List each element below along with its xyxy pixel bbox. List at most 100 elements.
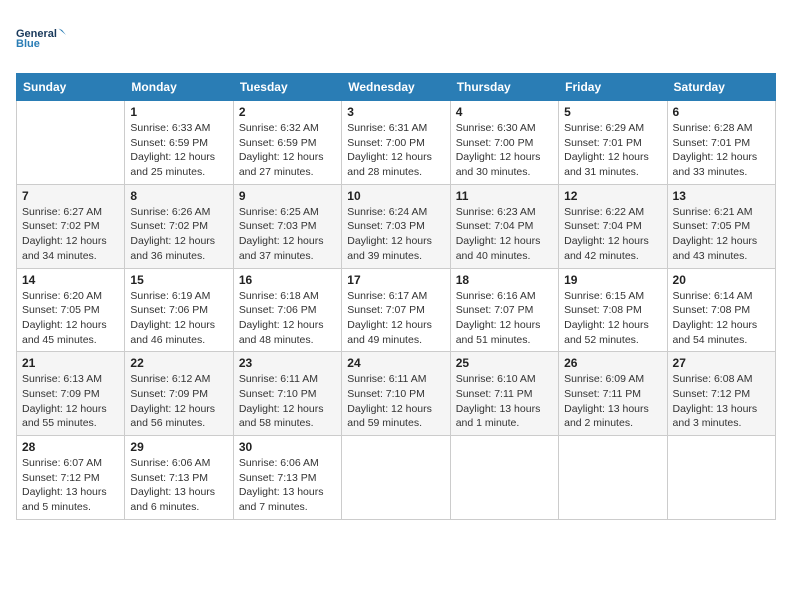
day-number: 12 (564, 189, 661, 203)
day-info: Sunrise: 6:12 AMSunset: 7:09 PMDaylight:… (130, 372, 227, 431)
calendar-cell: 17 Sunrise: 6:17 AMSunset: 7:07 PMDayligh… (342, 268, 450, 352)
weekday-header-saturday: Saturday (667, 74, 775, 101)
calendar-cell: 4 Sunrise: 6:30 AMSunset: 7:00 PMDaylight… (450, 101, 558, 185)
day-number: 15 (130, 273, 227, 287)
calendar-cell (342, 436, 450, 520)
day-number: 11 (456, 189, 553, 203)
day-info: Sunrise: 6:14 AMSunset: 7:08 PMDaylight:… (673, 289, 770, 348)
calendar-cell (17, 101, 125, 185)
day-info: Sunrise: 6:15 AMSunset: 7:08 PMDaylight:… (564, 289, 661, 348)
day-number: 29 (130, 440, 227, 454)
day-number: 6 (673, 105, 770, 119)
day-number: 26 (564, 356, 661, 370)
day-info: Sunrise: 6:22 AMSunset: 7:04 PMDaylight:… (564, 205, 661, 264)
day-info: Sunrise: 6:08 AMSunset: 7:12 PMDaylight:… (673, 372, 770, 431)
calendar-cell: 8 Sunrise: 6:26 AMSunset: 7:02 PMDaylight… (125, 184, 233, 268)
day-info: Sunrise: 6:24 AMSunset: 7:03 PMDaylight:… (347, 205, 444, 264)
day-number: 10 (347, 189, 444, 203)
day-number: 13 (673, 189, 770, 203)
day-info: Sunrise: 6:20 AMSunset: 7:05 PMDaylight:… (22, 289, 119, 348)
day-info: Sunrise: 6:07 AMSunset: 7:12 PMDaylight:… (22, 456, 119, 515)
day-number: 17 (347, 273, 444, 287)
logo: General Blue (16, 16, 66, 61)
calendar-cell (667, 436, 775, 520)
day-info: Sunrise: 6:19 AMSunset: 7:06 PMDaylight:… (130, 289, 227, 348)
day-number: 27 (673, 356, 770, 370)
calendar-cell: 29 Sunrise: 6:06 AMSunset: 7:13 PMDayligh… (125, 436, 233, 520)
calendar-cell: 9 Sunrise: 6:25 AMSunset: 7:03 PMDaylight… (233, 184, 341, 268)
weekday-header-wednesday: Wednesday (342, 74, 450, 101)
calendar-cell: 30 Sunrise: 6:06 AMSunset: 7:13 PMDayligh… (233, 436, 341, 520)
day-info: Sunrise: 6:29 AMSunset: 7:01 PMDaylight:… (564, 121, 661, 180)
weekday-header-sunday: Sunday (17, 74, 125, 101)
day-info: Sunrise: 6:33 AMSunset: 6:59 PMDaylight:… (130, 121, 227, 180)
calendar-cell: 5 Sunrise: 6:29 AMSunset: 7:01 PMDaylight… (559, 101, 667, 185)
day-info: Sunrise: 6:06 AMSunset: 7:13 PMDaylight:… (239, 456, 336, 515)
day-info: Sunrise: 6:32 AMSunset: 6:59 PMDaylight:… (239, 121, 336, 180)
day-info: Sunrise: 6:25 AMSunset: 7:03 PMDaylight:… (239, 205, 336, 264)
calendar-cell: 15 Sunrise: 6:19 AMSunset: 7:06 PMDayligh… (125, 268, 233, 352)
day-number: 14 (22, 273, 119, 287)
calendar-cell: 24 Sunrise: 6:11 AMSunset: 7:10 PMDayligh… (342, 352, 450, 436)
day-number: 4 (456, 105, 553, 119)
day-number: 5 (564, 105, 661, 119)
day-info: Sunrise: 6:09 AMSunset: 7:11 PMDaylight:… (564, 372, 661, 431)
day-number: 9 (239, 189, 336, 203)
logo-svg: General Blue (16, 16, 66, 61)
calendar-cell: 13 Sunrise: 6:21 AMSunset: 7:05 PMDayligh… (667, 184, 775, 268)
day-info: Sunrise: 6:31 AMSunset: 7:00 PMDaylight:… (347, 121, 444, 180)
calendar-cell: 28 Sunrise: 6:07 AMSunset: 7:12 PMDayligh… (17, 436, 125, 520)
calendar-cell: 6 Sunrise: 6:28 AMSunset: 7:01 PMDaylight… (667, 101, 775, 185)
day-info: Sunrise: 6:11 AMSunset: 7:10 PMDaylight:… (239, 372, 336, 431)
day-number: 18 (456, 273, 553, 287)
day-info: Sunrise: 6:11 AMSunset: 7:10 PMDaylight:… (347, 372, 444, 431)
day-number: 22 (130, 356, 227, 370)
day-number: 19 (564, 273, 661, 287)
day-info: Sunrise: 6:26 AMSunset: 7:02 PMDaylight:… (130, 205, 227, 264)
day-number: 30 (239, 440, 336, 454)
calendar-cell: 3Sunrise: 6:31 AMSunset: 7:00 PMDaylight… (342, 101, 450, 185)
day-number: 28 (22, 440, 119, 454)
day-info: Sunrise: 6:18 AMSunset: 7:06 PMDaylight:… (239, 289, 336, 348)
day-info: Sunrise: 6:21 AMSunset: 7:05 PMDaylight:… (673, 205, 770, 264)
day-info: Sunrise: 6:28 AMSunset: 7:01 PMDaylight:… (673, 121, 770, 180)
calendar-cell (450, 436, 558, 520)
calendar-cell: 27 Sunrise: 6:08 AMSunset: 7:12 PMDayligh… (667, 352, 775, 436)
calendar-cell: 21 Sunrise: 6:13 AMSunset: 7:09 PMDayligh… (17, 352, 125, 436)
calendar-cell: 1 Sunrise: 6:33 AMSunset: 6:59 PMDaylight… (125, 101, 233, 185)
calendar-cell: 12 Sunrise: 6:22 AMSunset: 7:04 PMDayligh… (559, 184, 667, 268)
calendar-cell: 22 Sunrise: 6:12 AMSunset: 7:09 PMDayligh… (125, 352, 233, 436)
weekday-header-thursday: Thursday (450, 74, 558, 101)
day-number: 1 (130, 105, 227, 119)
day-number: 24 (347, 356, 444, 370)
day-info: Sunrise: 6:06 AMSunset: 7:13 PMDaylight:… (130, 456, 227, 515)
day-info: Sunrise: 6:13 AMSunset: 7:09 PMDaylight:… (22, 372, 119, 431)
day-info: Sunrise: 6:30 AMSunset: 7:00 PMDaylight:… (456, 121, 553, 180)
weekday-header-monday: Monday (125, 74, 233, 101)
day-number: 16 (239, 273, 336, 287)
day-number: 2 (239, 105, 336, 119)
calendar-cell: 10 Sunrise: 6:24 AMSunset: 7:03 PMDayligh… (342, 184, 450, 268)
header: General Blue (16, 16, 776, 61)
day-info: Sunrise: 6:23 AMSunset: 7:04 PMDaylight:… (456, 205, 553, 264)
day-number: 20 (673, 273, 770, 287)
calendar-cell: 26 Sunrise: 6:09 AMSunset: 7:11 PMDayligh… (559, 352, 667, 436)
calendar-cell: 19 Sunrise: 6:15 AMSunset: 7:08 PMDayligh… (559, 268, 667, 352)
day-number: 23 (239, 356, 336, 370)
calendar-cell: 16 Sunrise: 6:18 AMSunset: 7:06 PMDayligh… (233, 268, 341, 352)
day-number: 21 (22, 356, 119, 370)
calendar-table: SundayMondayTuesdayWednesdayThursdayFrid… (16, 73, 776, 520)
day-number: 8 (130, 189, 227, 203)
day-info: Sunrise: 6:17 AMSunset: 7:07 PMDaylight:… (347, 289, 444, 348)
day-info: Sunrise: 6:10 AMSunset: 7:11 PMDaylight:… (456, 372, 553, 431)
calendar-cell (559, 436, 667, 520)
calendar-cell: 23 Sunrise: 6:11 AMSunset: 7:10 PMDayligh… (233, 352, 341, 436)
day-info: Sunrise: 6:16 AMSunset: 7:07 PMDaylight:… (456, 289, 553, 348)
calendar-cell: 20 Sunrise: 6:14 AMSunset: 7:08 PMDayligh… (667, 268, 775, 352)
calendar-cell: 2 Sunrise: 6:32 AMSunset: 6:59 PMDaylight… (233, 101, 341, 185)
calendar-cell: 14 Sunrise: 6:20 AMSunset: 7:05 PMDayligh… (17, 268, 125, 352)
calendar-cell: 25Sunrise: 6:10 AMSunset: 7:11 PMDayligh… (450, 352, 558, 436)
calendar-cell: 18 Sunrise: 6:16 AMSunset: 7:07 PMDayligh… (450, 268, 558, 352)
calendar-cell: 11 Sunrise: 6:23 AMSunset: 7:04 PMDayligh… (450, 184, 558, 268)
weekday-header-friday: Friday (559, 74, 667, 101)
